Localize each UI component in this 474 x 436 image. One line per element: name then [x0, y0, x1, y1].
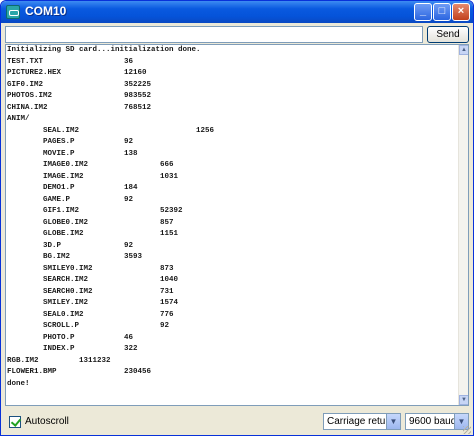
output-line: SCROLL.P 92	[7, 322, 170, 330]
output-line: SMILEY0.IM2 873	[7, 264, 174, 273]
line-ending-select[interactable]: Carriage return ▼	[323, 413, 401, 430]
output-line: ANIM/	[7, 115, 30, 123]
arduino-app-icon	[6, 5, 20, 19]
autoscroll-label: Autoscroll	[25, 416, 69, 427]
send-row: Send	[1, 23, 473, 45]
output-line: GAME.P 92	[7, 195, 134, 204]
output-line: PHOTO.P 46	[7, 333, 134, 342]
output-line: SEARCH0.IM2 731	[7, 287, 174, 296]
output-line: DEMO1.P 184	[7, 184, 138, 192]
output-line: FLOWER1.BMP 230456	[7, 368, 152, 376]
serial-output-text: Initializing SD card...initialization do…	[7, 45, 457, 390]
bottom-bar: Autoscroll Carriage return ▼ 9600 baud ▼	[1, 408, 473, 435]
output-line: IMAGE0.IM2 666	[7, 161, 174, 169]
output-line: GLOBE.IM2 1151	[7, 230, 179, 238]
line-ending-value: Carriage return	[327, 416, 395, 427]
output-line: GIF0.IM2 352225	[7, 80, 152, 89]
output-line: INDEX.P 322	[7, 345, 138, 353]
window-title: COM10	[25, 4, 67, 18]
scroll-up-arrow-icon[interactable]: ▲	[459, 45, 468, 55]
output-line: Initializing SD card...initialization do…	[7, 46, 201, 54]
output-line: CHINA.IM2 768512	[7, 103, 152, 112]
serial-monitor-window: COM10 _ □ × Send Initializing SD card...…	[0, 0, 474, 436]
output-line: RGB.IM2 1311232	[7, 356, 111, 365]
output-line: PHOTOS.IM2 983552	[7, 92, 152, 100]
send-button[interactable]: Send	[427, 26, 469, 43]
output-line: done!	[7, 379, 30, 388]
serial-output-area[interactable]: Initializing SD card...initialization do…	[5, 44, 469, 406]
baud-rate-select[interactable]: 9600 baud ▼	[405, 413, 469, 430]
output-line: BG.IM2 3593	[7, 253, 143, 261]
output-line: SEAL.IM2 1256	[7, 126, 215, 135]
minimize-button[interactable]: _	[414, 3, 432, 21]
output-line: SEAL0.IM2 776	[7, 310, 174, 319]
output-line: SEARCH.IM2 1040	[7, 276, 179, 284]
vertical-scrollbar[interactable]: ▲ ▼	[458, 45, 468, 405]
output-line: PICTURE2.HEX 12160	[7, 69, 147, 77]
serial-input[interactable]	[5, 26, 423, 43]
baud-rate-value: 9600 baud	[409, 416, 457, 427]
title-bar[interactable]: COM10 _ □ ×	[1, 1, 473, 23]
output-line: MOVIE.P 138	[7, 149, 138, 158]
output-line: SMILEY.IM2 1574	[7, 299, 179, 307]
output-line: GLOBE0.IM2 857	[7, 218, 174, 227]
output-line: PAGES.P 92	[7, 138, 134, 146]
chevron-down-icon[interactable]: ▼	[386, 414, 400, 429]
close-button[interactable]: ×	[452, 3, 470, 21]
resize-grip-icon[interactable]	[463, 426, 471, 434]
output-line: GIF1.IM2 52392	[7, 207, 183, 215]
output-line: TEST.TXT 36	[7, 57, 134, 66]
autoscroll-checkbox[interactable]	[9, 416, 21, 428]
output-line: 3D.P 92	[7, 241, 134, 250]
maximize-button[interactable]: □	[433, 3, 451, 21]
scroll-down-arrow-icon[interactable]: ▼	[459, 395, 468, 405]
output-line: IMAGE.IM2 1031	[7, 172, 179, 181]
